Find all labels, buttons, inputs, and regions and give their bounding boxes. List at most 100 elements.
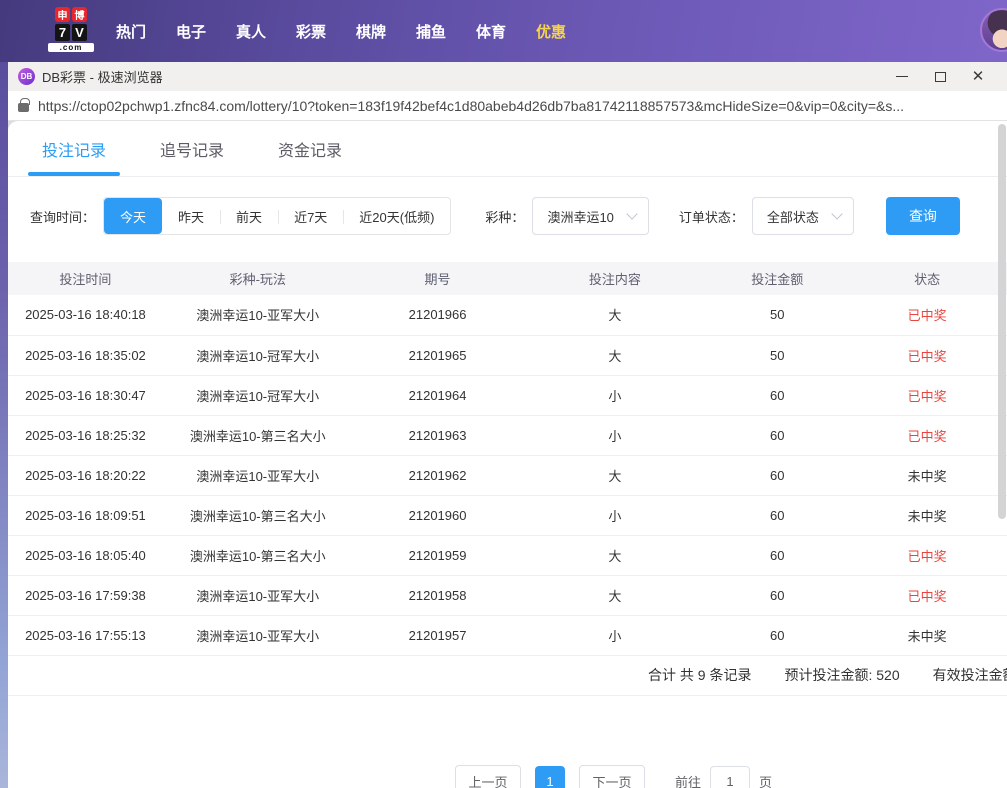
lottery-select[interactable]: 澳洲幸运10 [532, 197, 649, 235]
site-menu: 热门 电子 真人 彩票 棋牌 捕鱼 体育 优惠 [101, 0, 581, 62]
goto-page-input[interactable] [710, 766, 751, 788]
table-row: 2025-03-16 18:30:47 澳洲幸运10-冠军大小 21201964… [8, 375, 1007, 416]
site-menu-item[interactable]: 真人 [221, 21, 281, 42]
address-bar[interactable]: https://ctop02pchwp1.zfnc84.com/lottery/… [8, 91, 1007, 121]
table-row: 2025-03-16 18:25:32 澳洲幸运10-第三名大小 2120196… [8, 415, 1007, 456]
tab[interactable]: 资金记录 [274, 121, 346, 176]
next-page-button[interactable]: 下一页 [579, 765, 645, 788]
maximize-button[interactable] [921, 62, 959, 91]
lottery-filter-label: 彩种： [485, 209, 525, 225]
time-filter-option[interactable]: 前天 [220, 198, 278, 234]
cell-bet-amount: 50 [707, 335, 848, 376]
cell-issue-number: 21201964 [352, 375, 523, 416]
tab[interactable]: 投注记录 [27, 121, 121, 176]
minimize-button[interactable] [883, 62, 921, 91]
search-button[interactable]: 查询 [885, 197, 960, 235]
cell-game-play: 澳洲幸运10-冠军大小 [162, 375, 353, 416]
status-badge: 已中奖 [907, 428, 947, 444]
site-menu-item[interactable]: 棋牌 [341, 21, 401, 42]
table-column-header: 状态 [847, 262, 1007, 295]
table-row: 2025-03-16 17:59:38 澳洲幸运10-亚军大小 21201958… [8, 575, 1007, 616]
lock-icon [18, 98, 30, 112]
status-badge: 未中奖 [907, 468, 947, 484]
table-header-row: 投注时间 彩种-玩法 期号 投注内容 投注金额 状态 [8, 262, 1007, 295]
current-page-button[interactable]: 1 [535, 766, 565, 788]
cell-issue-number: 21201960 [352, 495, 523, 536]
chevron-down-icon [626, 208, 638, 220]
cell-bet-time: 2025-03-16 18:05:40 [8, 535, 163, 576]
status-badge: 已中奖 [907, 308, 947, 324]
cell-bet-content: 小 [522, 375, 708, 416]
time-filter-option[interactable]: 近20天(低频) [343, 198, 450, 234]
site-menu-item[interactable]: 体育 [461, 21, 521, 42]
order-status-label: 订单状态： [678, 209, 744, 225]
cell-bet-content: 大 [522, 575, 708, 616]
goto-page-group: 前往 页 [675, 766, 772, 788]
time-filter-option[interactable]: 今天 [104, 198, 163, 234]
table-row: 2025-03-16 18:40:18 澳洲幸运10-亚军大小 21201966… [8, 295, 1007, 336]
cell-bet-time: 2025-03-16 18:30:47 [8, 375, 163, 416]
cell-issue-number: 21201958 [352, 575, 523, 616]
window-controls: ✕ [883, 62, 997, 91]
prev-page-button[interactable]: 上一页 [455, 765, 521, 788]
goto-label: 前往 [675, 774, 702, 788]
cell-bet-amount: 60 [707, 375, 848, 416]
cell-bet-amount: 60 [707, 535, 848, 576]
bet-records-table: 投注时间 彩种-玩法 期号 投注内容 投注金额 状态 2025-03-16 18… [8, 262, 1007, 656]
site-menu-item[interactable]: 彩票 [281, 21, 341, 42]
vertical-scrollbar-thumb[interactable] [998, 124, 1006, 519]
close-icon: ✕ [971, 68, 985, 85]
record-tabs: 投注记录 追号记录 资金记录 [8, 121, 1007, 177]
user-avatar[interactable] [980, 8, 1007, 52]
status-badge: 未中奖 [907, 628, 947, 644]
cell-bet-amount: 60 [707, 575, 848, 616]
logo-com-text: .com [48, 43, 94, 52]
table-column-header: 投注时间 [8, 262, 163, 295]
table-row: 2025-03-16 18:05:40 澳洲幸运10-第三名大小 2120195… [8, 535, 1007, 576]
cell-bet-time: 2025-03-16 18:09:51 [8, 495, 163, 536]
site-menu-item[interactable]: 优惠 [521, 21, 581, 42]
cell-bet-content: 大 [522, 455, 708, 496]
summary-total: 合计 共 9 条记录 [648, 667, 752, 683]
maximize-icon [934, 71, 946, 82]
site-menu-item[interactable]: 热门 [101, 21, 161, 42]
status-badge: 已中奖 [907, 548, 947, 564]
table-column-header: 期号 [352, 262, 523, 295]
summary-expected-amount: 预计投注金额: 520 [784, 667, 900, 683]
cell-game-play: 澳洲幸运10-第三名大小 [162, 415, 353, 456]
cell-game-play: 澳洲幸运10-亚军大小 [162, 455, 353, 496]
site-menu-item[interactable]: 电子 [161, 21, 221, 42]
table-column-header: 投注内容 [522, 262, 708, 295]
table-body: 2025-03-16 18:40:18 澳洲幸运10-亚军大小 21201966… [8, 295, 1007, 656]
cell-game-play: 澳洲幸运10-第三名大小 [162, 535, 353, 576]
tab[interactable]: 追号记录 [156, 121, 228, 176]
logo-char-7: 7 [55, 24, 70, 41]
time-filter-option[interactable]: 昨天 [162, 198, 220, 234]
filter-bar: 查询时间： 今天 昨天 前天 近7天 近20天(低频) 彩种： 澳洲幸运10 订… [30, 197, 1007, 235]
cell-issue-number: 21201962 [352, 455, 523, 496]
order-status-value: 全部状态 [766, 209, 819, 225]
url-text: https://ctop02pchwp1.zfnc84.com/lottery/… [38, 97, 905, 114]
site-logo[interactable]: 申 博 7 V .com [48, 7, 94, 52]
order-status-select[interactable]: 全部状态 [751, 197, 854, 235]
pagination: 上一页 1 下一页 前往 页 [455, 765, 772, 788]
cell-issue-number: 21201957 [352, 615, 523, 656]
time-filter-option[interactable]: 近7天 [278, 198, 343, 234]
cell-bet-content: 大 [522, 335, 708, 376]
status-badge: 已中奖 [907, 588, 947, 604]
site-menu-item[interactable]: 捕鱼 [401, 21, 461, 42]
cell-bet-time: 2025-03-16 18:40:18 [8, 295, 163, 336]
logo-char-v: V [72, 24, 87, 41]
cell-bet-content: 大 [522, 295, 708, 336]
cell-bet-content: 小 [522, 415, 708, 456]
minimize-icon [896, 76, 908, 77]
cell-game-play: 澳洲幸运10-第三名大小 [162, 495, 353, 536]
cell-bet-amount: 60 [707, 415, 848, 456]
cell-bet-time: 2025-03-16 18:20:22 [8, 455, 163, 496]
table-column-header: 彩种-玩法 [162, 262, 353, 295]
browser-titlebar: DB DB彩票 - 极速浏览器 ✕ [8, 62, 1007, 91]
close-button[interactable]: ✕ [959, 62, 997, 91]
summary-row: 合计 共 9 条记录 预计投注金额: 520 有效投注金额 [8, 656, 1007, 696]
cell-game-play: 澳洲幸运10-冠军大小 [162, 335, 353, 376]
cell-issue-number: 21201966 [352, 295, 523, 336]
